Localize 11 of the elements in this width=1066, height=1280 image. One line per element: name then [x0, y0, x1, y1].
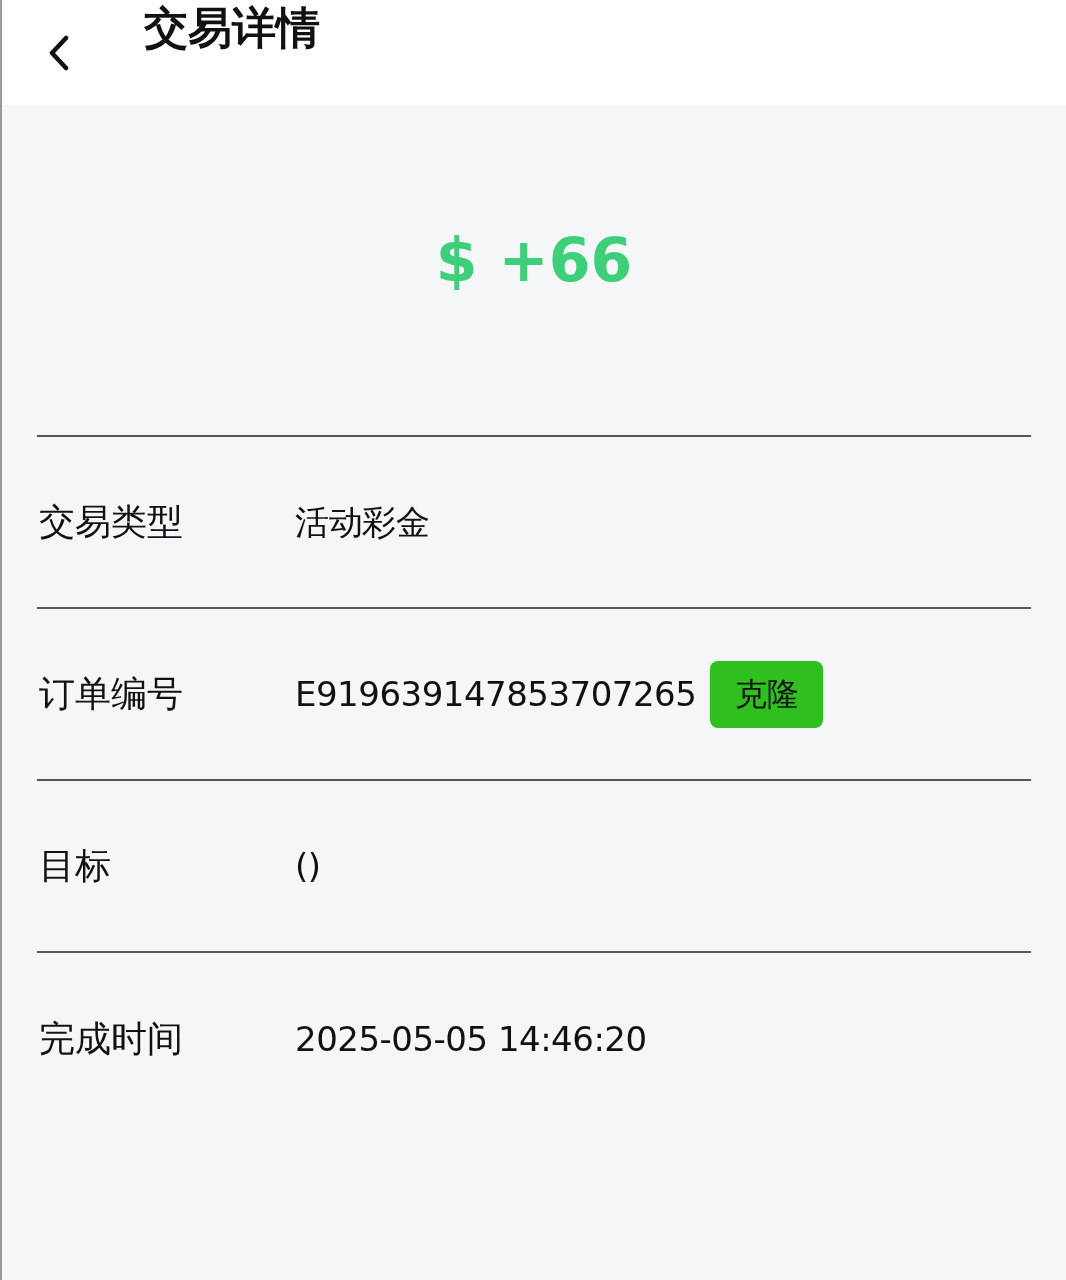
amount-text: $ +66 — [435, 224, 633, 297]
row-label: 完成时间 — [38, 1017, 184, 1061]
clone-button[interactable]: 克隆 — [710, 660, 824, 728]
row-label: 交易类型 — [38, 500, 184, 544]
row-label: 目标 — [38, 844, 112, 888]
row-value: E919639147853707265 — [295, 672, 697, 716]
row-value: 活动彩金 — [295, 500, 429, 544]
row-label: 订单编号 — [38, 672, 184, 716]
row-value: () — [295, 844, 321, 888]
page-title: 交易详情 — [144, 5, 320, 50]
row-value: 2025-05-05 14:46:20 — [295, 1017, 647, 1061]
